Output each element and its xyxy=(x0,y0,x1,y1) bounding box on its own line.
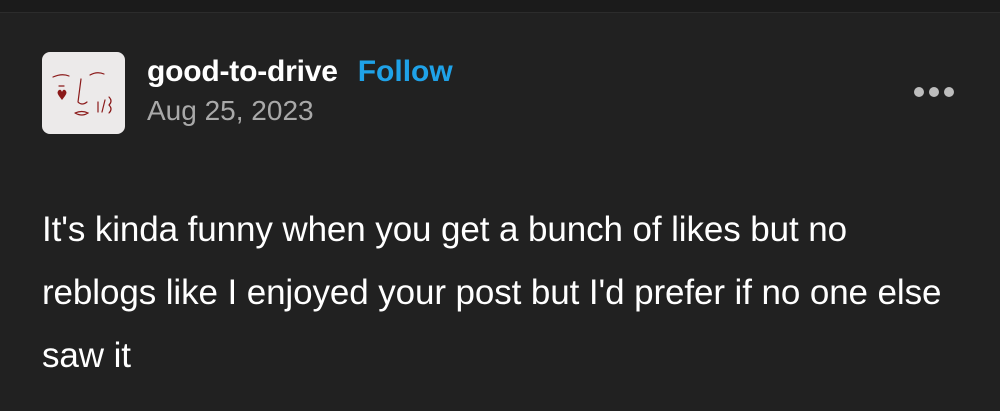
blog-name-link[interactable]: good-to-drive xyxy=(147,55,338,89)
post-date[interactable]: Aug 25, 2023 xyxy=(147,95,453,127)
name-row: good-to-drive Follow xyxy=(147,55,453,89)
ellipsis-dot xyxy=(944,87,954,97)
post-card: good-to-drive Follow Aug 25, 2023 It's k… xyxy=(0,13,1000,411)
post-body: It's kinda funny when you get a bunch of… xyxy=(42,210,942,375)
top-divider xyxy=(0,0,1000,13)
ellipsis-dot xyxy=(929,87,939,97)
face-doodle-icon xyxy=(52,72,112,116)
post-header: good-to-drive Follow Aug 25, 2023 xyxy=(147,55,453,127)
ellipsis-dot xyxy=(914,87,924,97)
more-options-button[interactable] xyxy=(914,87,954,97)
avatar[interactable] xyxy=(42,52,125,134)
follow-button[interactable]: Follow xyxy=(358,55,453,89)
